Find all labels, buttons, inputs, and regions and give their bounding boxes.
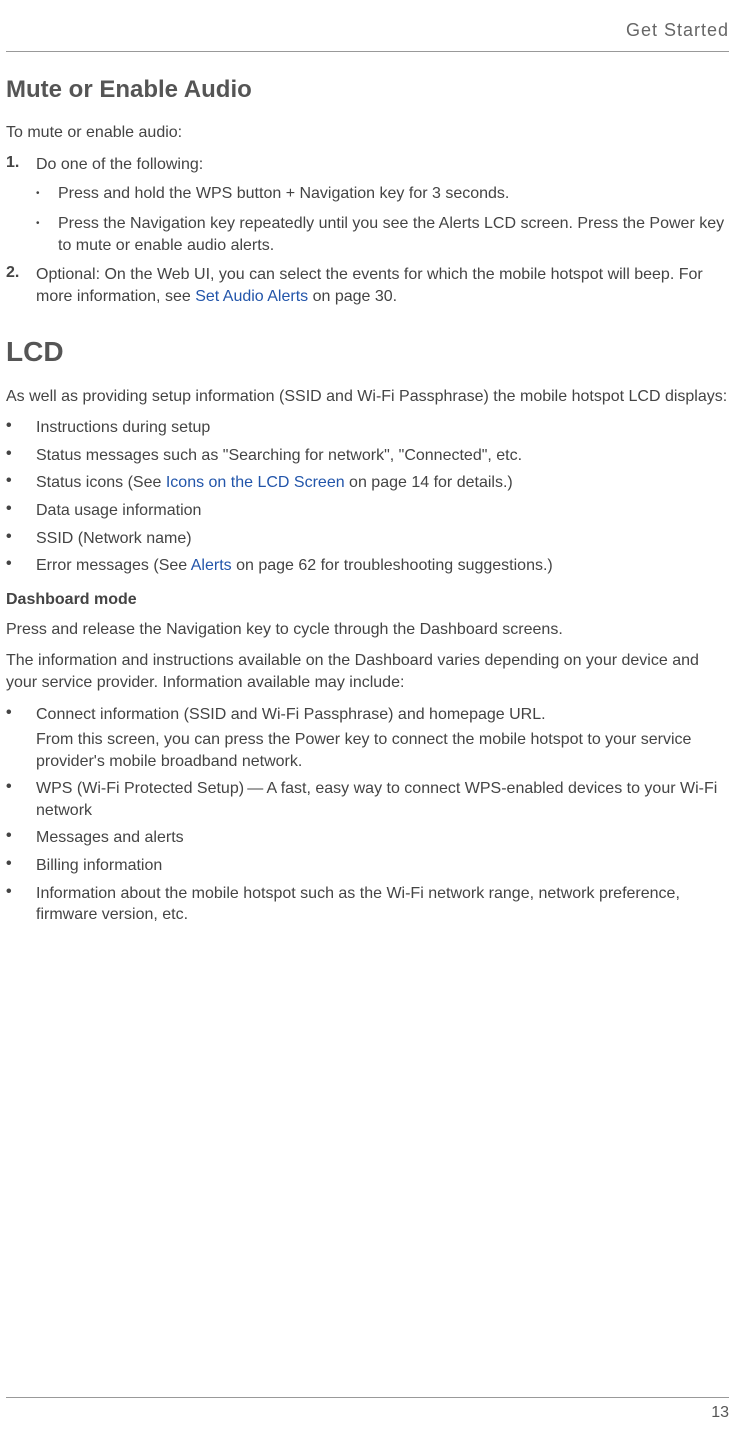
bullet-dot: •: [36, 213, 58, 256]
bullet-dot: •: [6, 883, 36, 926]
step-2-text-after: on page 30.: [308, 288, 397, 305]
dashboard-mode-heading: Dashboard mode: [6, 591, 729, 609]
link-set-audio-alerts[interactable]: Set Audio Alerts: [195, 288, 308, 305]
lcd-bullet-4: • Data usage information: [6, 500, 729, 522]
bullet-dot: •: [6, 445, 36, 467]
step-1-text: Do one of the following:: [36, 154, 729, 176]
lcd-bullet-4-text: Data usage information: [36, 500, 729, 522]
lcd-bullet-6-after: on page 62 for troubleshooting suggestio…: [232, 557, 553, 574]
mute-intro: To mute or enable audio:: [6, 122, 729, 144]
bullet-dot: •: [6, 855, 36, 877]
step-1-sub-2: • Press the Navigation key repeatedly un…: [36, 213, 729, 256]
lcd-bullet-6-before: Error messages (See: [36, 557, 191, 574]
page-footer: 13: [6, 1397, 729, 1422]
link-icons-lcd-screen[interactable]: Icons on the LCD Screen: [166, 474, 345, 491]
step-1-sub-2-text: Press the Navigation key repeatedly unti…: [58, 213, 729, 256]
lcd-bullet-3: • Status icons (See Icons on the LCD Scr…: [6, 472, 729, 494]
step-2: 2. Optional: On the Web UI, you can sele…: [6, 264, 729, 307]
step-2-number: 2.: [6, 264, 36, 307]
bullet-dot: •: [36, 183, 58, 205]
lcd-bullet-2-text: Status messages such as "Searching for n…: [36, 445, 729, 467]
link-alerts[interactable]: Alerts: [191, 557, 232, 574]
lcd-bullet-3-content: Status icons (See Icons on the LCD Scree…: [36, 472, 729, 494]
dashboard-bullet-1-line2: From this screen, you can press the Powe…: [36, 729, 729, 772]
page-number: 13: [711, 1404, 729, 1421]
lcd-bullet-1: • Instructions during setup: [6, 417, 729, 439]
section-title-lcd: LCD: [6, 336, 729, 368]
dashboard-bullet-5: • Information about the mobile hotspot s…: [6, 883, 729, 926]
lcd-bullet-1-text: Instructions during setup: [36, 417, 729, 439]
step-1-sub-1: • Press and hold the WPS button + Naviga…: [36, 183, 729, 205]
lcd-bullet-3-after: on page 14 for details.): [345, 474, 513, 491]
bullet-dot: •: [6, 417, 36, 439]
lcd-bullet-3-before: Status icons (See: [36, 474, 166, 491]
dashboard-bullet-1-line1: Connect information (SSID and Wi-Fi Pass…: [36, 706, 546, 723]
dashboard-bullet-5-text: Information about the mobile hotspot suc…: [36, 883, 729, 926]
lcd-bullet-6-content: Error messages (See Alerts on page 62 fo…: [36, 555, 729, 577]
lcd-bullet-6: • Error messages (See Alerts on page 62 …: [6, 555, 729, 577]
dashboard-para-1: Press and release the Navigation key to …: [6, 619, 729, 641]
bullet-dot: •: [6, 555, 36, 577]
step-1: 1. Do one of the following:: [6, 154, 729, 176]
dashboard-bullet-4: • Billing information: [6, 855, 729, 877]
bullet-dot: •: [6, 704, 36, 773]
bullet-dot: •: [6, 500, 36, 522]
dashboard-bullet-1: • Connect information (SSID and Wi-Fi Pa…: [6, 704, 729, 773]
lcd-bullet-2: • Status messages such as "Searching for…: [6, 445, 729, 467]
bullet-dot: •: [6, 528, 36, 550]
dashboard-para-2: The information and instructions availab…: [6, 650, 729, 693]
bullet-dot: •: [6, 472, 36, 494]
dashboard-bullet-1-content: Connect information (SSID and Wi-Fi Pass…: [36, 704, 729, 773]
dashboard-bullet-4-text: Billing information: [36, 855, 729, 877]
dashboard-bullet-3-text: Messages and alerts: [36, 827, 729, 849]
page-header: Get Started: [6, 20, 729, 52]
dashboard-bullet-2-text: WPS (Wi-Fi Protected Setup) — A fast, ea…: [36, 778, 729, 821]
bullet-dot: •: [6, 778, 36, 821]
dashboard-bullet-2: • WPS (Wi-Fi Protected Setup) — A fast, …: [6, 778, 729, 821]
step-2-content: Optional: On the Web UI, you can select …: [36, 264, 729, 307]
lcd-bullet-5: • SSID (Network name): [6, 528, 729, 550]
section-title-mute-audio: Mute or Enable Audio: [6, 76, 729, 104]
lcd-intro: As well as providing setup information (…: [6, 386, 729, 408]
step-1-sub-1-text: Press and hold the WPS button + Navigati…: [58, 183, 729, 205]
dashboard-bullet-3: • Messages and alerts: [6, 827, 729, 849]
bullet-dot: •: [6, 827, 36, 849]
step-1-number: 1.: [6, 154, 36, 176]
lcd-bullet-5-text: SSID (Network name): [36, 528, 729, 550]
